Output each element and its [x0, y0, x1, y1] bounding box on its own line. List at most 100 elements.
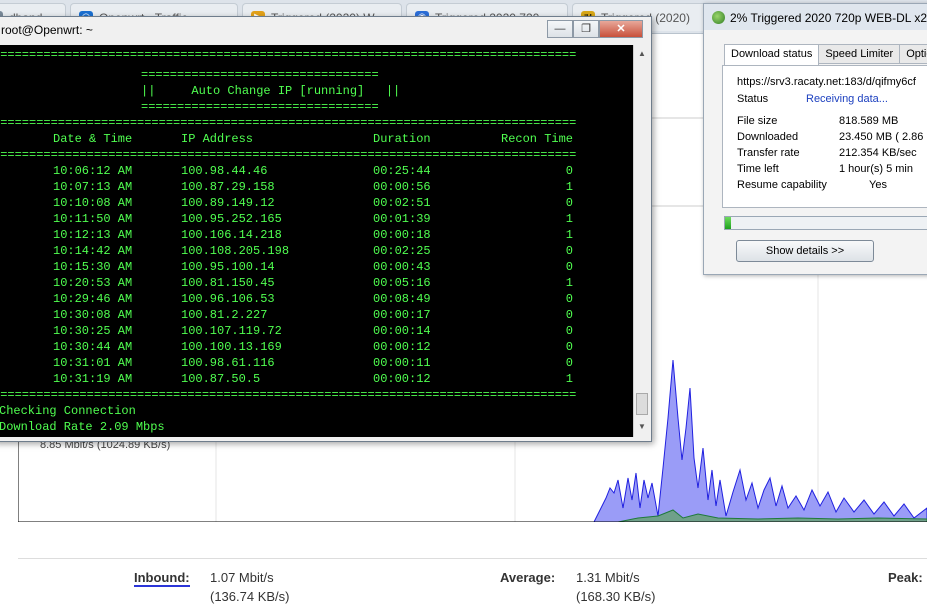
rule-line: ========================================…	[0, 388, 577, 402]
table-cell-duration: 00:00:11	[373, 356, 431, 370]
header-duration: Duration	[373, 132, 431, 146]
table-cell-duration: 00:00:56	[373, 180, 431, 194]
table-cell-time: 10:07:13 AM	[53, 180, 133, 194]
table-cell-ip: 100.87.29.158	[181, 180, 275, 194]
time-left-value: 1 hour(s) 5 min	[839, 163, 913, 175]
table-cell-recon: 1	[565, 372, 573, 386]
status-value: Receiving data...	[806, 93, 888, 105]
minimize-button[interactable]: —	[547, 20, 573, 38]
table-cell-duration: 00:00:18	[373, 228, 431, 242]
transfer-rate-value: 212.354 KB/sec	[839, 147, 917, 159]
rule-line: ========================================…	[0, 48, 577, 62]
download-progress-bar	[724, 216, 927, 230]
table-cell-duration: 00:00:12	[373, 372, 431, 386]
tab-options[interactable]: Options	[899, 44, 927, 64]
table-cell-duration: 00:25:44	[373, 164, 431, 178]
transfer-rate-label: Transfer rate	[737, 147, 800, 159]
tab-speed-limiter[interactable]: Speed Limiter	[818, 44, 901, 64]
divider	[18, 558, 927, 559]
table-cell-duration: 00:00:12	[373, 340, 431, 354]
average-values: 1.31 Mbit/s (168.30 KB/s)	[576, 570, 656, 604]
table-cell-time: 10:15:30 AM	[53, 260, 133, 274]
table-cell-time: 10:10:08 AM	[53, 196, 133, 210]
table-cell-time: 10:12:13 AM	[53, 228, 133, 242]
idm-tabs: Download statusSpeed LimiterOptions	[724, 44, 927, 66]
table-cell-ip: 100.96.106.53	[181, 292, 275, 306]
table-cell-ip: 100.95.252.165	[181, 212, 282, 226]
table-cell-recon: 0	[565, 196, 573, 210]
file-size-value: 818.589 MB	[839, 115, 899, 127]
table-cell-time: 10:31:01 AM	[53, 356, 133, 370]
table-cell-recon: 0	[565, 260, 573, 274]
table-cell-recon: 0	[565, 324, 573, 338]
banner-rule: =================================	[141, 68, 379, 82]
inbound-values: 1.07 Mbit/s (136.74 KB/s)	[210, 570, 290, 604]
table-cell-recon: 1	[565, 212, 573, 226]
table-cell-recon: 0	[565, 292, 573, 306]
table-cell-recon: 1	[565, 180, 573, 194]
table-cell-duration: 00:08:49	[373, 292, 431, 306]
putty-window[interactable]: root@Openwrt: ~ — ❐ ✕ ==================…	[0, 16, 652, 442]
table-cell-recon: 1	[565, 276, 573, 290]
download-url: https://srv3.racaty.net:183/d/qifmy6cf	[737, 76, 916, 88]
file-size-label: File size	[737, 115, 778, 127]
table-cell-recon: 0	[565, 356, 573, 370]
inbound-rate-kb: (136.74 KB/s)	[210, 589, 290, 604]
status-checking: Checking Connection	[0, 404, 136, 418]
table-cell-recon: 0	[565, 164, 573, 178]
download-status-panel: https://srv3.racaty.net:183/d/qifmy6cf S…	[722, 65, 927, 208]
scroll-thumb[interactable]	[636, 393, 648, 415]
table-cell-duration: 00:05:16	[373, 276, 431, 290]
peak-label-wrap: Peak:	[888, 570, 923, 585]
downloaded-value: 23.450 MB ( 2.86	[839, 131, 924, 143]
banner-text: || Auto Change IP [running] ||	[141, 84, 401, 98]
table-cell-time: 10:20:53 AM	[53, 276, 133, 290]
table-cell-duration: 00:02:51	[373, 196, 431, 210]
downloaded-label: Downloaded	[737, 131, 799, 143]
idm-download-window[interactable]: 2% Triggered 2020 720p WEB-DL x264 Downl…	[703, 3, 927, 275]
scroll-up-arrow-icon[interactable]: ▲	[635, 47, 649, 61]
average-label-wrap: Average:	[500, 570, 555, 585]
table-cell-ip: 100.81.2.227	[181, 308, 268, 322]
scroll-down-arrow-icon[interactable]: ▼	[635, 420, 649, 434]
table-cell-ip: 100.106.14.218	[181, 228, 282, 242]
table-cell-ip: 100.108.205.198	[181, 244, 290, 258]
header-date: Date & Time	[53, 132, 133, 146]
table-cell-recon: 1	[565, 228, 573, 242]
banner-rule: =================================	[141, 100, 379, 114]
table-cell-duration: 00:00:17	[373, 308, 431, 322]
idm-title-bar: 2% Triggered 2020 720p WEB-DL x264	[704, 4, 927, 30]
table-cell-recon: 0	[565, 308, 573, 322]
table-cell-duration: 00:01:39	[373, 212, 431, 226]
table-cell-recon: 0	[565, 340, 573, 354]
close-button[interactable]: ✕	[599, 20, 643, 38]
header-ip: IP Address	[181, 132, 254, 146]
table-cell-ip: 100.87.50.5	[181, 372, 261, 386]
idm-title: 2% Triggered 2020 720p WEB-DL x264	[730, 11, 927, 25]
idm-logo-icon	[712, 11, 725, 24]
tab-download-status[interactable]: Download status	[724, 44, 820, 66]
average-rate: 1.31 Mbit/s	[576, 570, 640, 585]
header-recon: Recon Time	[501, 132, 574, 146]
table-cell-ip: 100.98.61.116	[181, 356, 275, 370]
resume-label: Resume capability	[737, 179, 827, 191]
inbound-label: Inbound:	[134, 570, 190, 587]
table-cell-duration: 00:00:43	[373, 260, 431, 274]
table-cell-duration: 00:02:25	[373, 244, 431, 258]
table-cell-time: 10:14:42 AM	[53, 244, 133, 258]
time-left-label: Time left	[737, 163, 779, 175]
table-cell-ip: 100.100.13.169	[181, 340, 282, 354]
terminal-screen[interactable]: ================================= =======…	[0, 45, 633, 437]
table-cell-time: 10:29:46 AM	[53, 292, 133, 306]
status-download-rate: Download Rate 2.09 Mbps	[0, 420, 165, 434]
terminal-scrollbar[interactable]: ▲ ▼	[633, 45, 649, 437]
table-cell-time: 10:30:44 AM	[53, 340, 133, 354]
resume-value: Yes	[869, 179, 887, 191]
table-cell-ip: 100.107.119.72	[181, 324, 282, 338]
table-cell-time: 10:11:50 AM	[53, 212, 133, 226]
maximize-button[interactable]: ❐	[573, 20, 599, 38]
table-cell-time: 10:30:08 AM	[53, 308, 133, 322]
table-cell-time: 10:30:25 AM	[53, 324, 133, 338]
rule-line: ========================================…	[0, 148, 577, 162]
show-details-button[interactable]: Show details >>	[736, 240, 874, 262]
